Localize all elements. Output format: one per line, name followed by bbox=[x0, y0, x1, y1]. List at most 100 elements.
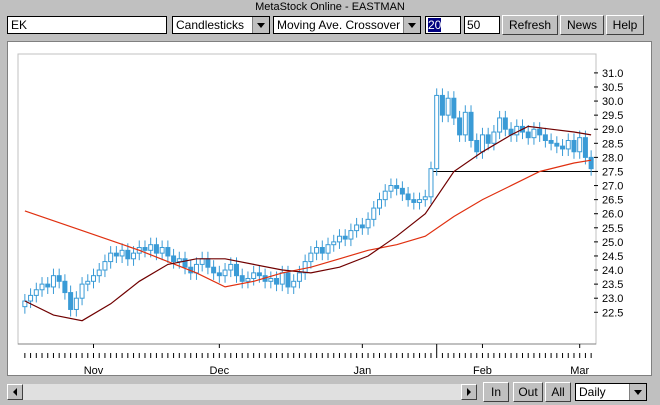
candle-body bbox=[382, 190, 388, 201]
candle-body bbox=[274, 277, 280, 285]
candle-body bbox=[171, 255, 177, 263]
news-button[interactable]: News bbox=[560, 15, 604, 35]
chevron-down-icon[interactable] bbox=[629, 384, 646, 400]
candle-body bbox=[457, 117, 463, 136]
period2-input[interactable]: 50 bbox=[464, 16, 500, 34]
zoom-out-button[interactable]: Out bbox=[513, 382, 543, 402]
candle-body bbox=[131, 252, 137, 260]
candle-body bbox=[474, 139, 480, 153]
candle-body bbox=[234, 263, 239, 277]
candle-body bbox=[50, 275, 56, 288]
candle-body bbox=[256, 272, 262, 277]
candle-body bbox=[525, 131, 531, 139]
moving-average-fast bbox=[24, 125, 592, 322]
scroll-right-icon[interactable] bbox=[461, 384, 477, 400]
scroll-left-icon[interactable] bbox=[7, 384, 23, 400]
y-tick-label: 29.5 bbox=[602, 110, 623, 122]
candle-body bbox=[39, 283, 45, 291]
y-tick-label: 24.0 bbox=[602, 265, 623, 277]
candle-body bbox=[485, 134, 491, 144]
candle-body bbox=[73, 297, 79, 310]
candle-body bbox=[411, 199, 417, 203]
chevron-down-icon[interactable] bbox=[252, 17, 269, 33]
candle-body bbox=[577, 137, 583, 153]
candle-body bbox=[199, 258, 205, 265]
y-tick-label: 28.0 bbox=[602, 152, 623, 164]
candle-body bbox=[302, 261, 308, 274]
scroll-track[interactable] bbox=[23, 384, 461, 400]
y-tick-label: 30.5 bbox=[602, 82, 623, 94]
candle-body bbox=[205, 258, 211, 268]
bottom-bar: In Out All Daily bbox=[0, 380, 660, 404]
candle-body bbox=[125, 249, 131, 260]
help-button[interactable]: Help bbox=[606, 15, 644, 35]
candle-body bbox=[445, 97, 451, 116]
interval-select[interactable]: Daily bbox=[575, 383, 647, 401]
interval-value: Daily bbox=[579, 385, 606, 399]
candle-body bbox=[588, 156, 594, 170]
chart-type-select[interactable]: Candlesticks bbox=[172, 16, 270, 34]
candle-body bbox=[371, 207, 377, 220]
candle-body bbox=[325, 244, 331, 254]
y-tick-label: 30.0 bbox=[602, 96, 623, 108]
candle-body bbox=[148, 244, 154, 251]
chart-panel: 22.5 23.0 23.5 24.0 24.5 25.0 25.5 26.0 26.5 27.0… bbox=[7, 41, 652, 377]
candle-body bbox=[354, 224, 360, 232]
zoom-all-button[interactable]: All bbox=[545, 382, 571, 402]
y-tick-label: 23.0 bbox=[602, 293, 623, 305]
candle-body bbox=[462, 111, 468, 136]
candle-body bbox=[502, 117, 508, 130]
x-tick-label: Feb bbox=[473, 365, 492, 375]
x-tick-label: Jan bbox=[353, 365, 371, 375]
x-tick-label: Nov bbox=[84, 365, 104, 375]
candle-body bbox=[222, 269, 228, 277]
candle-body bbox=[28, 294, 34, 302]
plot-area bbox=[17, 53, 597, 345]
candle-body bbox=[428, 168, 434, 198]
chevron-down-icon[interactable] bbox=[403, 17, 420, 33]
candle-body bbox=[422, 196, 428, 201]
candle-body bbox=[153, 244, 159, 254]
candle-body bbox=[548, 139, 554, 144]
candle-body bbox=[468, 111, 474, 141]
y-tick-label: 29.0 bbox=[602, 124, 623, 136]
candle-body bbox=[560, 145, 566, 150]
candle-body bbox=[296, 272, 302, 282]
candle-body bbox=[554, 142, 560, 147]
candle-body bbox=[56, 275, 62, 282]
toolbar: EK Candlesticks Moving Ave. Crossover 20… bbox=[0, 14, 660, 38]
candle-body bbox=[542, 134, 548, 141]
window-title: MetaStock Online - EASTMAN bbox=[255, 1, 405, 13]
candle-body bbox=[216, 272, 222, 277]
period1-input[interactable]: 20 bbox=[425, 16, 461, 34]
candle-body bbox=[399, 187, 405, 195]
candle-body bbox=[417, 199, 423, 203]
y-tick-label: 27.5 bbox=[602, 166, 623, 178]
indicator-select[interactable]: Moving Ave. Crossover bbox=[273, 16, 421, 34]
candle-body bbox=[405, 193, 411, 201]
candle-body bbox=[176, 258, 182, 263]
candle-body bbox=[165, 247, 171, 257]
y-tick-label: 26.5 bbox=[602, 195, 623, 207]
y-tick-label: 27.0 bbox=[602, 181, 623, 193]
horizontal-scrollbar[interactable] bbox=[7, 384, 477, 400]
candle-body bbox=[531, 128, 537, 139]
x-tick-label: Mar bbox=[570, 365, 589, 375]
candle-body bbox=[239, 275, 245, 282]
candle-body bbox=[291, 280, 297, 288]
candle-body bbox=[85, 280, 91, 285]
candle-body bbox=[451, 97, 457, 119]
refresh-button[interactable]: Refresh bbox=[502, 15, 558, 35]
candle-body bbox=[159, 247, 165, 254]
symbol-input[interactable]: EK bbox=[7, 16, 167, 34]
candle-body bbox=[142, 247, 148, 251]
candle-body bbox=[331, 241, 337, 246]
candle-body bbox=[497, 117, 503, 133]
y-tick-label: 23.5 bbox=[602, 279, 623, 291]
candle-body bbox=[193, 263, 199, 274]
x-tick-label: Dec bbox=[210, 365, 230, 375]
candle-body bbox=[479, 134, 485, 153]
y-tick-label: 22.5 bbox=[602, 307, 623, 319]
y-tick-label: 25.5 bbox=[602, 223, 623, 235]
zoom-in-button[interactable]: In bbox=[483, 382, 509, 402]
